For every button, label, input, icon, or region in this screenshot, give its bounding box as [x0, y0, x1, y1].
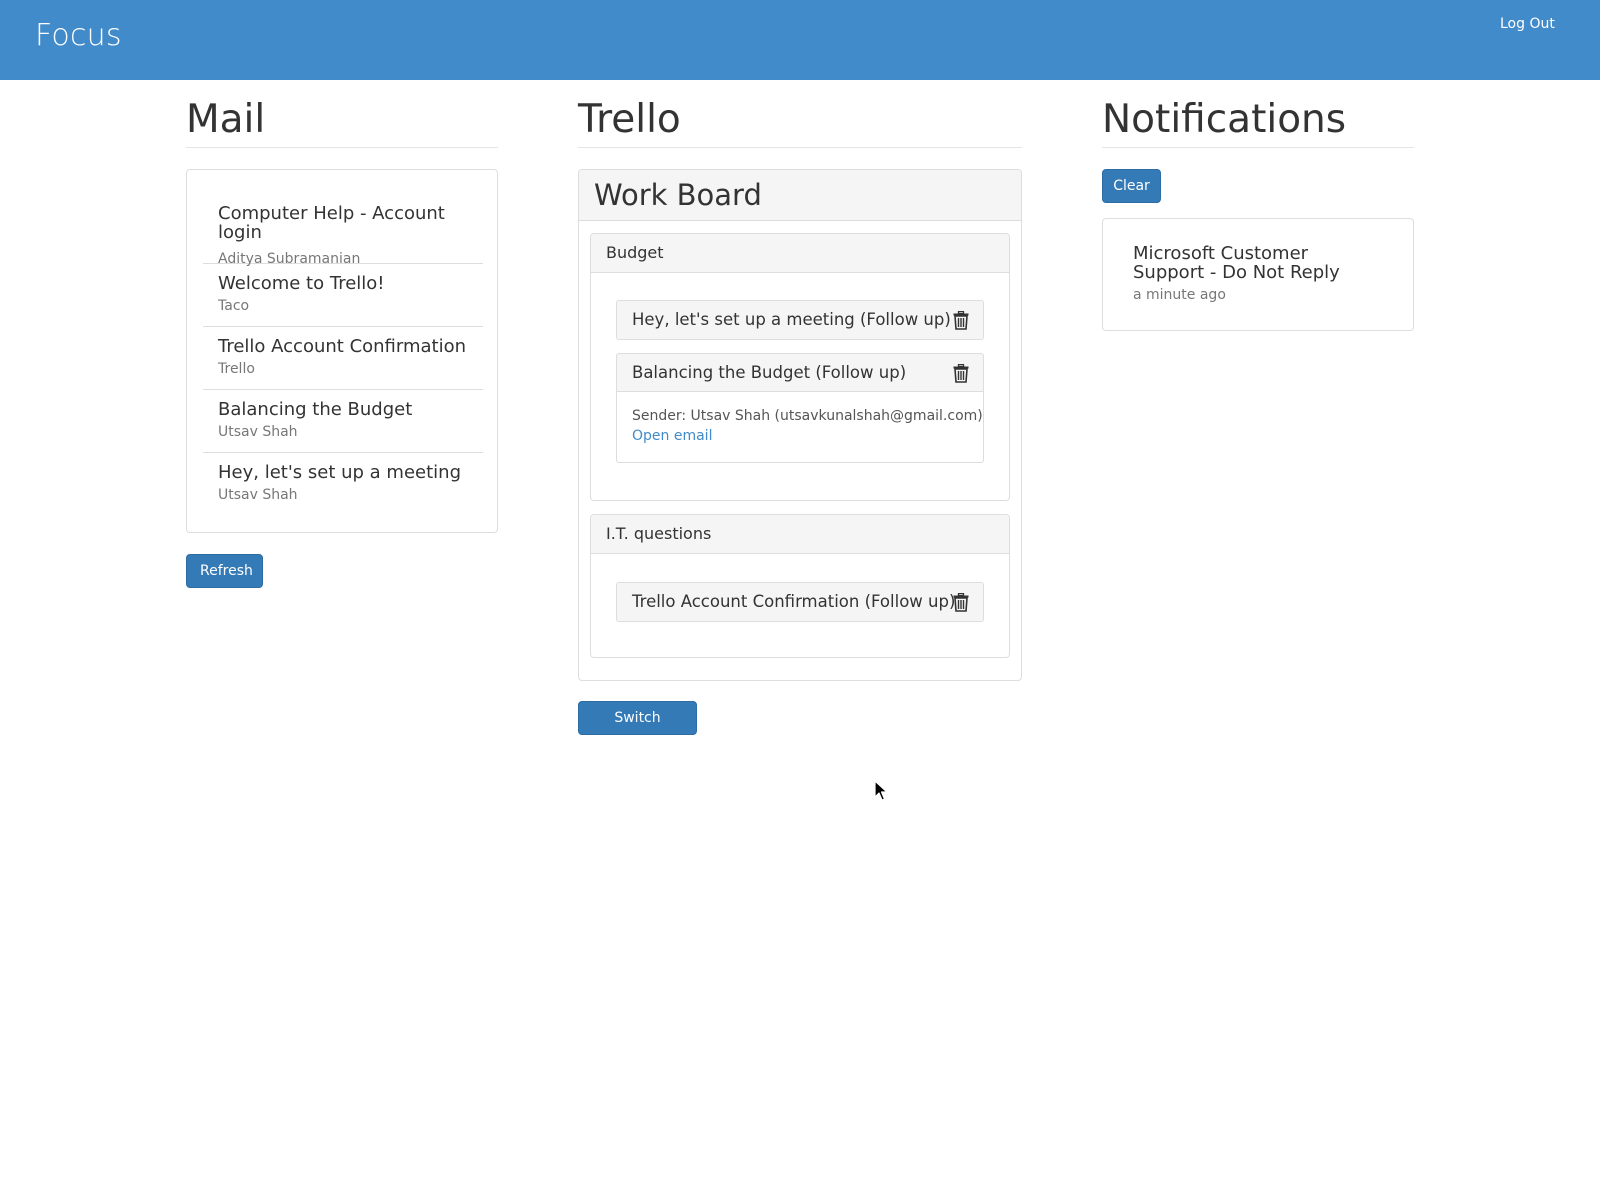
notification-title: Microsoft Customer Support - Do Not Repl…	[1133, 243, 1340, 283]
card-title: Trello Account Confirmation (Follow up)	[632, 592, 956, 611]
mail-item-computer-help[interactable]: Computer Help - Account login Aditya Sub…	[203, 184, 483, 267]
logout-link[interactable]: Log Out	[1500, 16, 1600, 32]
card-trello-confirmation[interactable]: Trello Account Confirmation (Follow up)	[616, 582, 984, 622]
mouse-cursor-icon	[874, 780, 888, 801]
card-balancing-budget[interactable]: Balancing the Budget (Follow up) Sender:…	[616, 353, 984, 463]
list-it-questions: I.T. questions Trello Account Confirmati…	[590, 514, 1010, 658]
mail-sender: Utsav Shah	[218, 487, 298, 503]
board-header: Work Board	[579, 170, 1021, 221]
notifications-heading: Notifications	[1102, 96, 1414, 148]
card-header[interactable]: Trello Account Confirmation (Follow up)	[617, 583, 983, 621]
mail-item-balancing-budget[interactable]: Balancing the Budget Utsav Shah	[203, 390, 483, 453]
mail-subject: Computer Help - Account login	[218, 203, 445, 243]
card-title: Balancing the Budget (Follow up)	[632, 363, 907, 382]
card-sender-text: Sender: Utsav Shah (utsavkunalshah@gmail…	[632, 408, 983, 424]
list-header: I.T. questions	[591, 515, 1009, 554]
brand-logo[interactable]: Focus	[35, 18, 122, 53]
top-navbar: Focus Log Out	[0, 0, 1600, 80]
mail-heading: Mail	[186, 96, 498, 148]
trash-icon[interactable]	[953, 364, 969, 383]
trello-column: Trello Work Board Budget Hey, let's set …	[578, 96, 1022, 758]
switch-boards-button[interactable]: Switch Boards	[578, 701, 697, 758]
board-title: Work Board	[594, 178, 762, 212]
card-header[interactable]: Balancing the Budget (Follow up)	[617, 354, 983, 392]
mail-item-trello-confirmation[interactable]: Trello Account Confirmation Trello	[203, 327, 483, 390]
trash-icon[interactable]	[953, 593, 969, 612]
mail-item-welcome-trello[interactable]: Welcome to Trello! Taco	[203, 264, 483, 327]
list-budget: Budget Hey, let's set up a meeting (Foll…	[590, 233, 1010, 501]
mail-subject: Balancing the Budget	[218, 399, 413, 420]
clear-button[interactable]: Clear	[1102, 169, 1161, 203]
refresh-button[interactable]: Refresh	[186, 554, 263, 588]
mail-sender: Utsav Shah	[218, 424, 298, 440]
notification-item[interactable]: Microsoft Customer Support - Do Not Repl…	[1102, 218, 1414, 331]
list-title: I.T. questions	[606, 524, 712, 543]
card-header[interactable]: Hey, let's set up a meeting (Follow up)	[617, 301, 983, 339]
list-header: Budget	[591, 234, 1009, 273]
card-title: Hey, let's set up a meeting (Follow up)	[632, 310, 951, 329]
mail-list: Computer Help - Account login Aditya Sub…	[186, 169, 498, 533]
list-title: Budget	[606, 243, 664, 262]
mail-sender: Taco	[218, 298, 250, 314]
mail-subject: Trello Account Confirmation	[218, 336, 467, 357]
mail-subject: Hey, let's set up a meeting	[218, 462, 461, 483]
notifications-column: Notifications Clear Microsoft Customer S…	[1102, 96, 1414, 331]
work-board: Work Board Budget Hey, let's set up a me…	[578, 169, 1022, 681]
mail-subject: Welcome to Trello!	[218, 273, 385, 294]
mail-item-set-up-meeting[interactable]: Hey, let's set up a meeting Utsav Shah	[203, 453, 483, 516]
open-email-link[interactable]: Open email	[632, 428, 712, 444]
card-set-up-meeting[interactable]: Hey, let's set up a meeting (Follow up)	[616, 300, 984, 340]
mail-column: Mail Computer Help - Account login Adity…	[186, 96, 498, 588]
trello-heading: Trello	[578, 96, 1022, 148]
notification-time: a minute ago	[1133, 287, 1226, 303]
mail-sender: Trello	[218, 361, 255, 377]
trash-icon[interactable]	[953, 311, 969, 330]
